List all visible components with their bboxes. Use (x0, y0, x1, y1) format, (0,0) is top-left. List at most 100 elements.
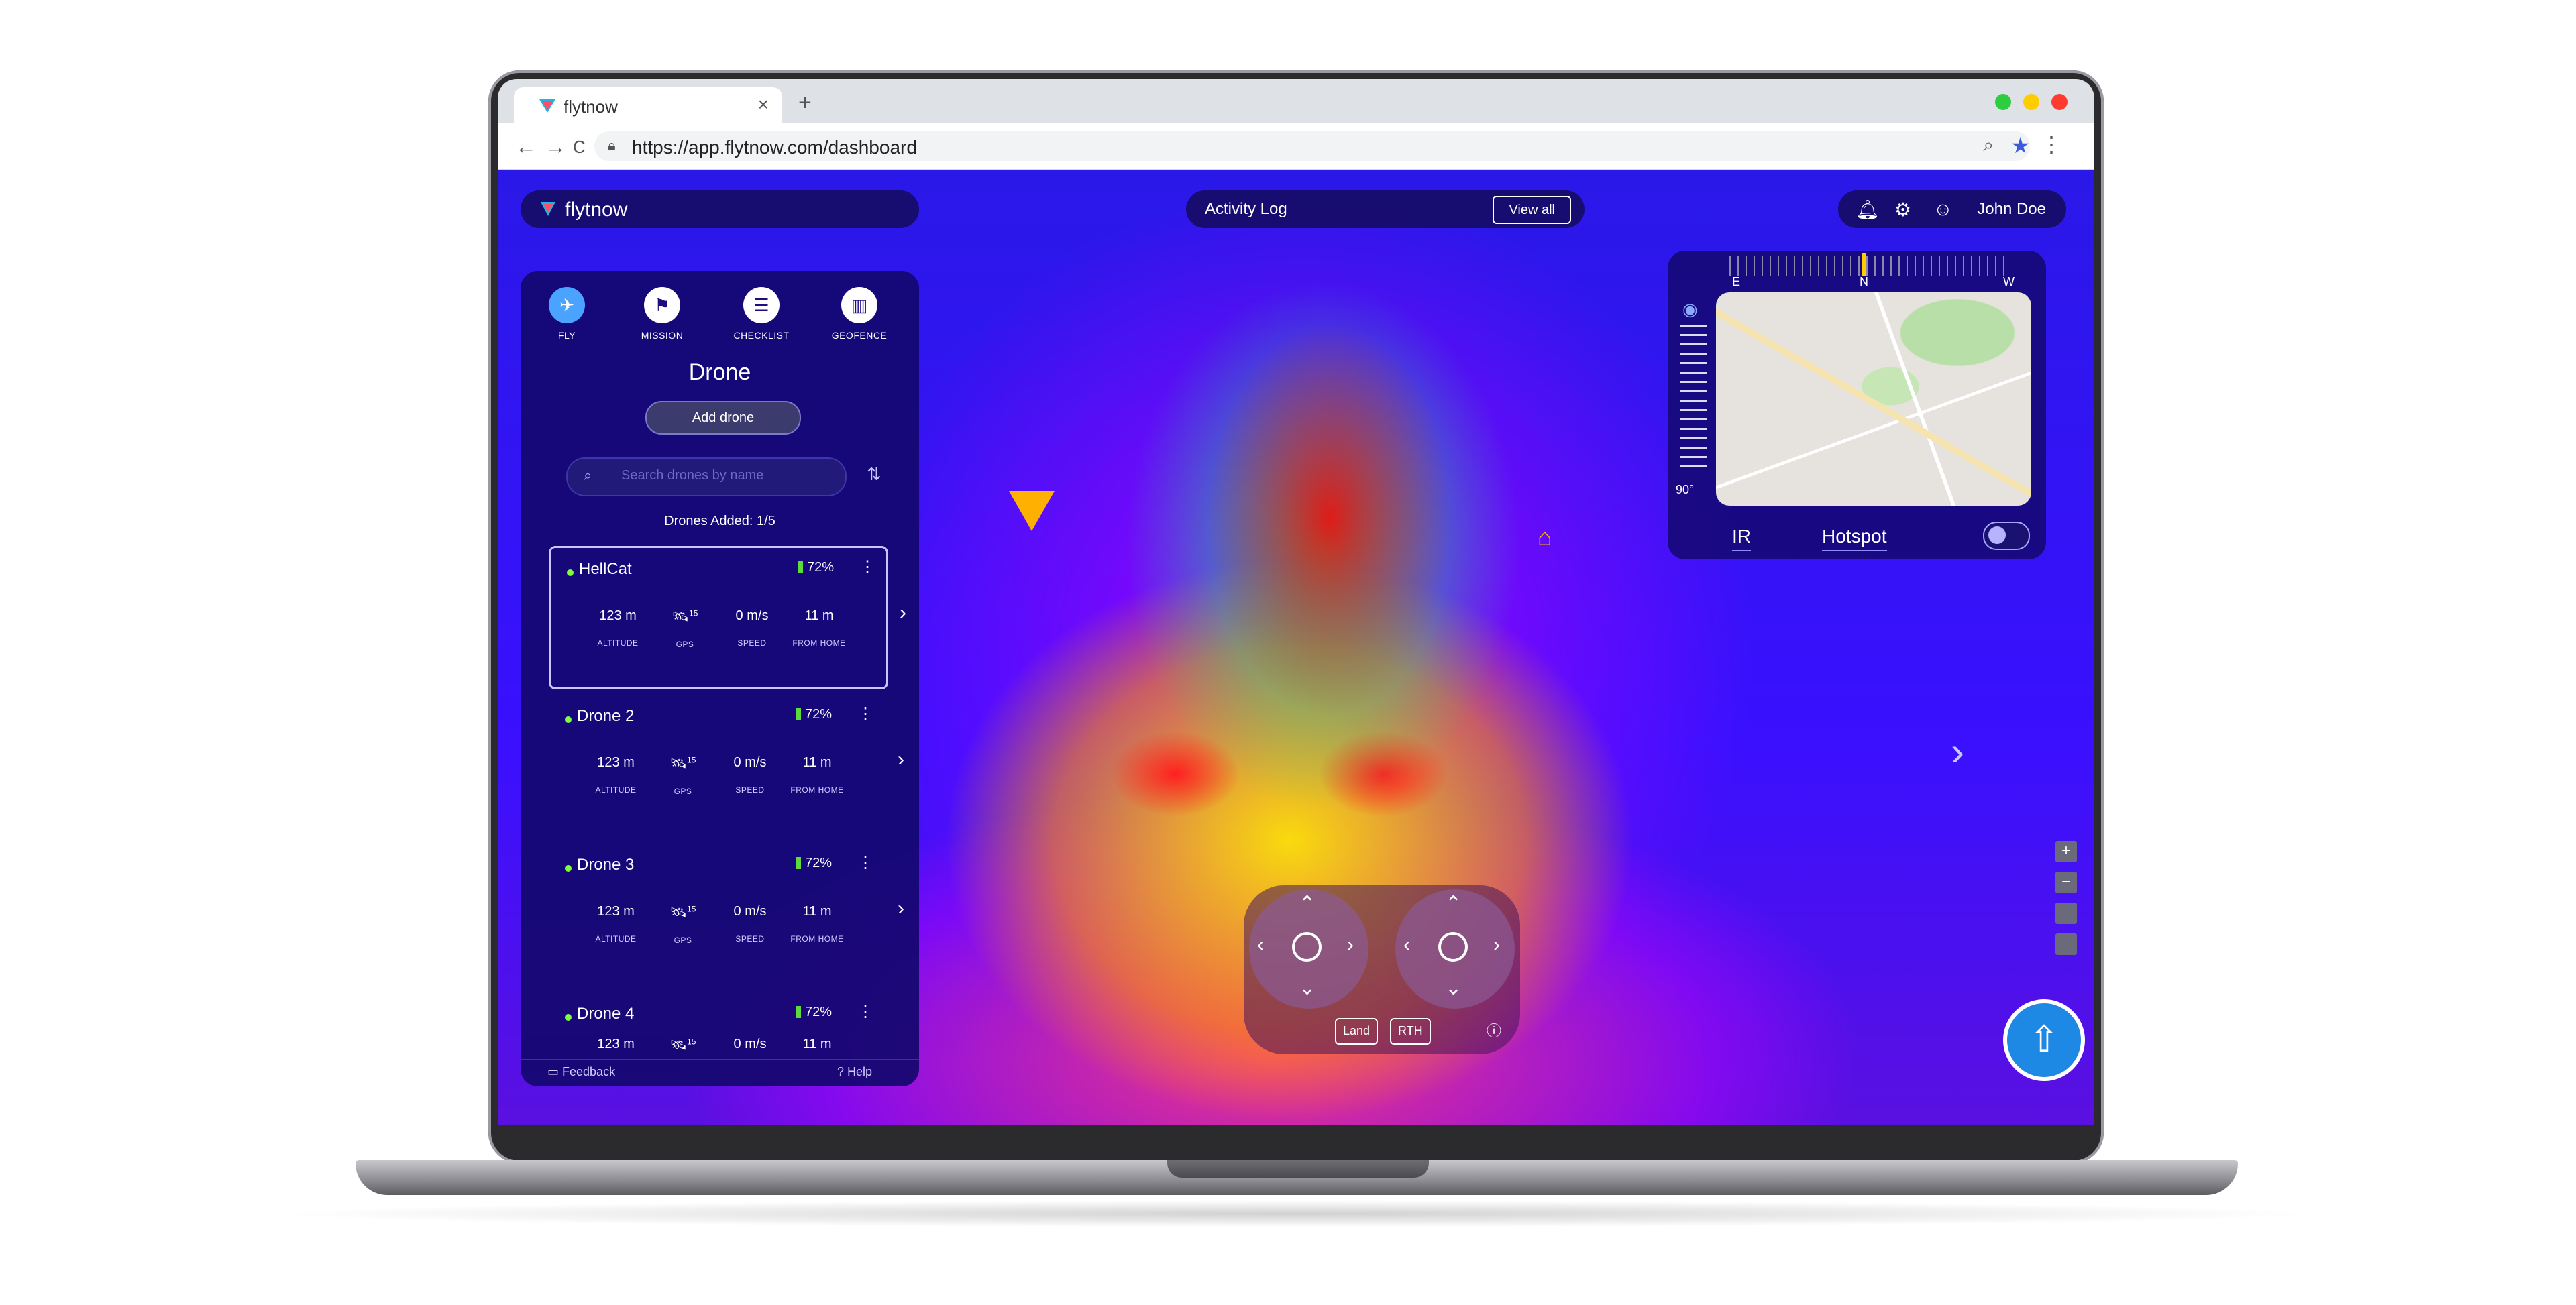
activity-log-label: Activity Log (1205, 200, 1287, 218)
compass-west: W (2003, 275, 2015, 288)
info-icon[interactable]: ⓘ (1487, 1019, 1501, 1041)
view-all-button[interactable]: View all (1493, 196, 1571, 224)
laptop-notch (1167, 1160, 1429, 1178)
browser-tab-bar: flytnow × + (498, 79, 2094, 123)
bell-icon[interactable]: 🔔︎ (1856, 198, 1880, 221)
joystick-knob[interactable] (1292, 932, 1322, 962)
rocket-launch-button[interactable]: ⇧ (2003, 999, 2085, 1081)
mode-mission-button[interactable]: ⚑ MISSION (632, 287, 692, 341)
land-button[interactable]: Land (1335, 1018, 1379, 1045)
warning-marker-icon[interactable] (1009, 491, 1055, 531)
gimbal-pitch-scale[interactable] (1680, 325, 1707, 472)
feedback-link[interactable]: ▭ Feedback (547, 1065, 615, 1079)
drone-card[interactable]: Drone 4 72% ⋮ 123 m 🛰︎15 0 m/s 11 m › (549, 992, 884, 1060)
tab-close-icon[interactable]: × (758, 94, 769, 115)
panel-title: Drone (688, 359, 751, 385)
chevron-right-icon[interactable]: › (1951, 728, 1964, 775)
joystick-panel: ⌃ ⌄ ‹ › ⌃ ⌄ ‹ › Land RTH ⓘ (1244, 885, 1520, 1054)
home-marker-icon[interactable]: ⌂ (1538, 523, 1552, 551)
rth-button[interactable]: RTH (1390, 1018, 1431, 1045)
left-joystick[interactable]: ⌃ ⌄ ‹ › (1249, 889, 1368, 1009)
mode-fly-button[interactable]: ✈ FLY (537, 287, 597, 341)
satellite-icon: 🛰︎15 (669, 1037, 696, 1053)
forward-button[interactable]: → (545, 134, 566, 159)
drone-panel: ✈ FLY ⚑ MISSION ☰ CHECKLIST ▥ GEOFENCE D… (521, 271, 919, 1086)
compass-needle (1862, 253, 1866, 276)
mode-geofence-button[interactable]: ▥ GEOFENCE (829, 287, 890, 341)
chevron-right-icon: › (1493, 933, 1500, 956)
drone-menu-icon[interactable]: ⋮ (859, 557, 875, 577)
drone-name: Drone 2 (577, 707, 635, 725)
chevron-right-icon[interactable]: › (900, 602, 906, 624)
search-drones-input[interactable]: ⌕ Search drones by name (566, 457, 847, 496)
add-drone-button[interactable]: Add drone (645, 401, 801, 435)
help-link[interactable]: ? Help (837, 1065, 872, 1079)
battery-level: 72% (796, 707, 832, 722)
gear-icon[interactable]: ⚙ (1894, 198, 1911, 221)
mode-label: GEOFENCE (831, 330, 888, 341)
user-avatar-icon[interactable]: ☺ (1933, 198, 1953, 220)
bookmark-star-icon[interactable]: ★ (2010, 133, 2030, 158)
url-text: https://app.flytnow.com/dashboard (632, 137, 917, 158)
chevron-left-icon: ‹ (1403, 933, 1410, 956)
laptop-screen: flytnow × + ← → C 🔒︎ https://app.flytnow… (498, 79, 2094, 1125)
chevron-right-icon[interactable]: › (898, 897, 904, 920)
mini-map[interactable] (1716, 292, 2031, 506)
compass-strip (1729, 256, 2011, 276)
chevron-up-icon: ⌃ (1445, 893, 1462, 915)
layer-button[interactable] (2055, 903, 2077, 924)
browser-menu-icon[interactable]: ⋮ (2041, 131, 2062, 157)
chevron-right-icon[interactable]: › (898, 748, 904, 771)
geofence-icon: ▥ (841, 287, 877, 323)
lock-icon: 🔒︎ (608, 137, 616, 154)
speed-stat: 0 m/s SPEED (733, 904, 767, 944)
mode-checklist-button[interactable]: ☰ CHECKLIST (731, 287, 792, 341)
browser-tab[interactable]: flytnow × (514, 87, 782, 123)
drone-card[interactable]: HellCat 72% ⋮ 123 m ALTITUDE 🛰︎15 GPS 0 m/… (549, 546, 906, 689)
reload-button[interactable]: C (573, 137, 586, 158)
online-status-dot (565, 865, 572, 872)
from-home-stat: 11 m FROM HOME (792, 608, 846, 648)
online-status-dot (567, 569, 574, 576)
fullscreen-button[interactable] (2055, 933, 2077, 955)
search-placeholder: Search drones by name (621, 468, 764, 483)
chevron-down-icon: ⌄ (1299, 977, 1316, 999)
drone-menu-icon[interactable]: ⋮ (857, 1002, 873, 1021)
sort-az-icon[interactable]: ⇅ (867, 464, 881, 485)
hotspot-toggle[interactable] (1983, 522, 2030, 550)
online-status-dot (565, 716, 572, 723)
window-close-button[interactable] (2051, 94, 2068, 110)
eye-icon[interactable]: ◉ (1682, 299, 1698, 320)
address-bar[interactable]: 🔒︎ https://app.flytnow.com/dashboard (594, 131, 2030, 161)
toggle-knob (1988, 526, 2006, 544)
drones-added-count: Drones Added: 1/5 (664, 514, 775, 528)
battery-icon (796, 857, 801, 869)
altitude-stat: 123 m (597, 1037, 635, 1052)
from-home-stat: 11 m (802, 1037, 832, 1052)
drone-card[interactable]: Drone 2 72% ⋮ 123 m ALTITUDE 🛰︎15 GPS 0 m/… (549, 695, 904, 834)
satellite-icon: 🛰︎15 (672, 608, 698, 624)
mode-label: CHECKLIST (733, 330, 790, 341)
zoom-in-button[interactable]: + (2055, 841, 2077, 862)
drone-card[interactable]: Drone 3 72% ⋮ 123 m ALTITUDE 🛰︎15 GPS 0 m/… (549, 844, 904, 983)
joystick-knob[interactable] (1438, 932, 1468, 962)
zoom-icon[interactable]: ⌕ (1983, 134, 1994, 156)
altitude-stat: 123 m ALTITUDE (597, 608, 639, 648)
right-joystick[interactable]: ⌃ ⌄ ‹ › (1395, 889, 1515, 1009)
tab-ir[interactable]: IR (1732, 526, 1751, 551)
battery-level: 72% (796, 1005, 832, 1020)
speed-stat: 0 m/s SPEED (733, 755, 767, 795)
back-button[interactable]: ← (515, 134, 537, 159)
browser-toolbar: ← → C 🔒︎ https://app.flytnow.com/dashboa… (498, 123, 2094, 170)
new-tab-button[interactable]: + (798, 90, 812, 116)
map-widget: E N W ◉ 90° IR Hotspot (1668, 251, 2046, 559)
window-minimize-button[interactable] (1995, 94, 2011, 110)
gps-stat: 🛰︎15 GPS (649, 755, 716, 796)
zoom-out-button[interactable]: − (2055, 872, 2077, 893)
drone-name: HellCat (579, 560, 632, 578)
drone-menu-icon[interactable]: ⋮ (857, 704, 873, 724)
window-maximize-button[interactable] (2023, 94, 2039, 110)
tab-hotspot[interactable]: Hotspot (1822, 526, 1887, 551)
user-name[interactable]: John Doe (1977, 200, 2046, 219)
drone-menu-icon[interactable]: ⋮ (857, 853, 873, 872)
